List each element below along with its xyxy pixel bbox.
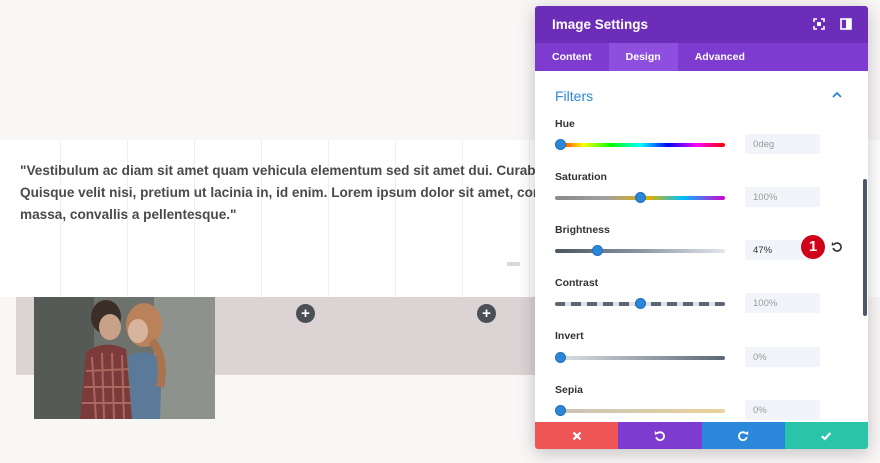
quote-line: Quisque velit nisi, pretium ut lacinia i… bbox=[20, 185, 580, 200]
invert-slider-track[interactable] bbox=[555, 356, 725, 360]
saturation-label: Saturation bbox=[555, 171, 607, 183]
sepia-input[interactable] bbox=[745, 400, 820, 420]
sepia-slider-track[interactable] bbox=[555, 409, 725, 413]
scrollbar[interactable] bbox=[863, 179, 867, 316]
invert-input[interactable] bbox=[745, 347, 820, 367]
couple-photo[interactable] bbox=[34, 297, 215, 419]
cancel-button[interactable] bbox=[535, 422, 619, 449]
hue-label: Hue bbox=[555, 118, 575, 130]
panel-footer bbox=[535, 422, 868, 449]
couple-photo-illustration bbox=[34, 297, 215, 419]
redo-icon bbox=[738, 430, 749, 441]
filters-section-title[interactable]: Filters bbox=[555, 88, 593, 104]
contrast-label: Contrast bbox=[555, 277, 599, 289]
add-module-button[interactable]: + bbox=[477, 304, 496, 323]
step-badge: 1 bbox=[801, 235, 825, 259]
check-icon bbox=[821, 431, 832, 441]
image-settings-panel: Image Settings Content Design Advanced F… bbox=[535, 6, 868, 449]
brightness-slider-thumb[interactable] bbox=[592, 245, 604, 256]
panel-header[interactable]: Image Settings bbox=[535, 6, 868, 43]
tab-advanced[interactable]: Advanced bbox=[678, 43, 762, 71]
fullscreen-icon[interactable] bbox=[812, 17, 826, 31]
chevron-up-icon[interactable] bbox=[832, 91, 842, 99]
tab-design[interactable]: Design bbox=[608, 43, 678, 71]
saturation-slider-thumb[interactable] bbox=[634, 192, 646, 203]
brightness-label: Brightness bbox=[555, 224, 610, 236]
invert-label: Invert bbox=[555, 330, 584, 342]
sepia-label: Sepia bbox=[555, 384, 584, 396]
add-module-button[interactable]: + bbox=[296, 304, 315, 323]
saturation-input[interactable] bbox=[745, 187, 820, 207]
contrast-slider-thumb[interactable] bbox=[634, 298, 646, 309]
contrast-input[interactable] bbox=[745, 293, 820, 313]
undo-button[interactable] bbox=[618, 422, 702, 449]
drag-handle[interactable] bbox=[507, 262, 520, 266]
reset-icon[interactable] bbox=[831, 241, 843, 253]
undo-icon bbox=[654, 430, 665, 441]
redo-button[interactable] bbox=[701, 422, 785, 449]
close-icon bbox=[572, 431, 581, 440]
save-button[interactable] bbox=[784, 422, 868, 449]
sepia-slider-thumb[interactable] bbox=[555, 405, 566, 416]
invert-slider-thumb[interactable] bbox=[555, 352, 566, 363]
hue-slider-track[interactable] bbox=[555, 143, 725, 147]
tab-content[interactable]: Content bbox=[535, 43, 609, 71]
split-view-icon[interactable] bbox=[839, 17, 853, 31]
quote-line: "Vestibulum ac diam sit amet quam vehicu… bbox=[20, 163, 580, 178]
tab-bar: Content Design Advanced bbox=[535, 43, 868, 71]
hue-slider-thumb[interactable] bbox=[555, 139, 566, 150]
quote-line: massa, convallis a pellentesque." bbox=[20, 207, 237, 222]
panel-title: Image Settings bbox=[552, 17, 649, 32]
hue-input[interactable] bbox=[745, 134, 820, 154]
quote-text[interactable]: "Vestibulum ac diam sit amet quam vehicu… bbox=[20, 160, 580, 232]
brightness-slider-track[interactable] bbox=[555, 249, 725, 253]
